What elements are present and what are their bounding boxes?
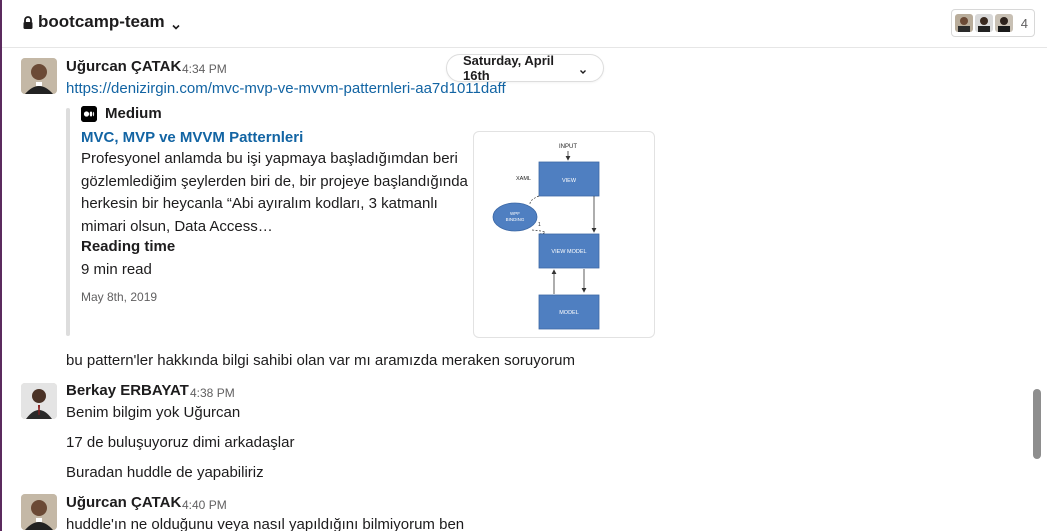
- avatar[interactable]: [21, 58, 57, 94]
- message-text: Buradan huddle de yapabiliriz: [66, 464, 264, 481]
- mvvm-diagram: INPUT XAML VIEW WPF BINDING 1 VIEW MODEL…: [492, 144, 600, 330]
- unfurl-description-line: mimari olsun, Data Access…: [81, 217, 273, 235]
- unfurl-description-line: gözlemlediğim şeylerden biri de, bir pro…: [81, 172, 468, 190]
- message-text: huddle'ın ne olduğunu veya nasıl yapıldı…: [66, 516, 465, 531]
- unfurl-description: Profesyonel anlamda bu işi yapmaya başla…: [81, 148, 471, 238]
- diagram-xaml-label: XAML: [516, 176, 531, 182]
- lock-icon: [22, 15, 34, 29]
- unfurl-image[interactable]: INPUT XAML VIEW WPF BINDING 1 VIEW MODEL…: [473, 131, 655, 338]
- sender-name[interactable]: Berkay ERBAYAT: [66, 382, 189, 399]
- date-divider-button[interactable]: Saturday, April 16th: [446, 53, 604, 83]
- members-button[interactable]: 4: [950, 9, 1035, 37]
- diagram-edge-label: 1: [538, 222, 541, 228]
- message-timestamp[interactable]: 4:38 PM: [190, 386, 235, 400]
- unfurl-description-line: Profesyonel anlamda bu işi yapmaya başla…: [81, 150, 458, 167]
- avatar[interactable]: [21, 383, 57, 419]
- diagram-binding-label: BINDING: [506, 217, 525, 222]
- chevron-down-icon: [171, 17, 181, 30]
- medium-logo-icon: [81, 105, 97, 122]
- member-avatar: [974, 14, 993, 32]
- message-text: Benim bilgim yok Uğurcan: [66, 404, 241, 421]
- diagram-viewmodel-label: VIEW MODEL: [551, 249, 586, 255]
- member-count: 4: [1020, 15, 1028, 31]
- unfurl-title-link[interactable]: MVC, MVP ve MVVM Patternleri: [81, 129, 303, 146]
- unfurl-service-name: Medium: [105, 105, 162, 122]
- sender-name[interactable]: Uğurcan ÇATAK: [66, 494, 181, 511]
- date-divider-label: Saturday, April 16th: [463, 53, 555, 83]
- scrollbar-thumb[interactable]: [1033, 389, 1041, 459]
- sender-name[interactable]: Uğurcan ÇATAK: [66, 58, 181, 75]
- message-text: 17 de buluşuyoruz dimi arkadaşlar: [66, 434, 295, 451]
- avatar[interactable]: [21, 494, 57, 530]
- message-list: Saturday, April 16th Uğurcan ÇATAK 4:34 …: [2, 48, 1047, 531]
- diagram-view-label: VIEW: [562, 178, 577, 184]
- diagram-edge: [529, 195, 540, 206]
- message-timestamp[interactable]: 4:40 PM: [182, 498, 227, 512]
- message-timestamp[interactable]: 4:34 PM: [182, 62, 227, 76]
- unfurl-field-value: 9 min read: [81, 261, 152, 278]
- diagram-edge: [531, 229, 546, 235]
- unfurl-description-line: herkesin bir heycanla “Abi ayıralım kodl…: [81, 195, 438, 212]
- diagram-model-label: MODEL: [559, 310, 579, 316]
- channel-header: bootcamp-team 4: [2, 0, 1047, 48]
- channel-name: bootcamp-team: [38, 12, 165, 31]
- unfurl-service: Medium: [81, 105, 162, 122]
- member-avatar: [954, 14, 973, 32]
- diagram-binding-label: WPF: [510, 211, 520, 216]
- member-avatar: [994, 14, 1013, 32]
- message-link[interactable]: https://denizirgin.com/mvc-mvp-ve-mvvm-p…: [66, 80, 506, 97]
- channel-name-button[interactable]: bootcamp-team: [22, 12, 181, 32]
- chevron-down-icon: [579, 64, 587, 74]
- message-text: bu pattern'ler hakkında bilgi sahibi ola…: [66, 352, 575, 369]
- unfurl-bar: [66, 108, 70, 336]
- diagram-input-label: INPUT: [559, 144, 577, 150]
- unfurl-field-label: Reading time: [81, 238, 176, 255]
- unfurl-date: May 8th, 2019: [81, 290, 158, 304]
